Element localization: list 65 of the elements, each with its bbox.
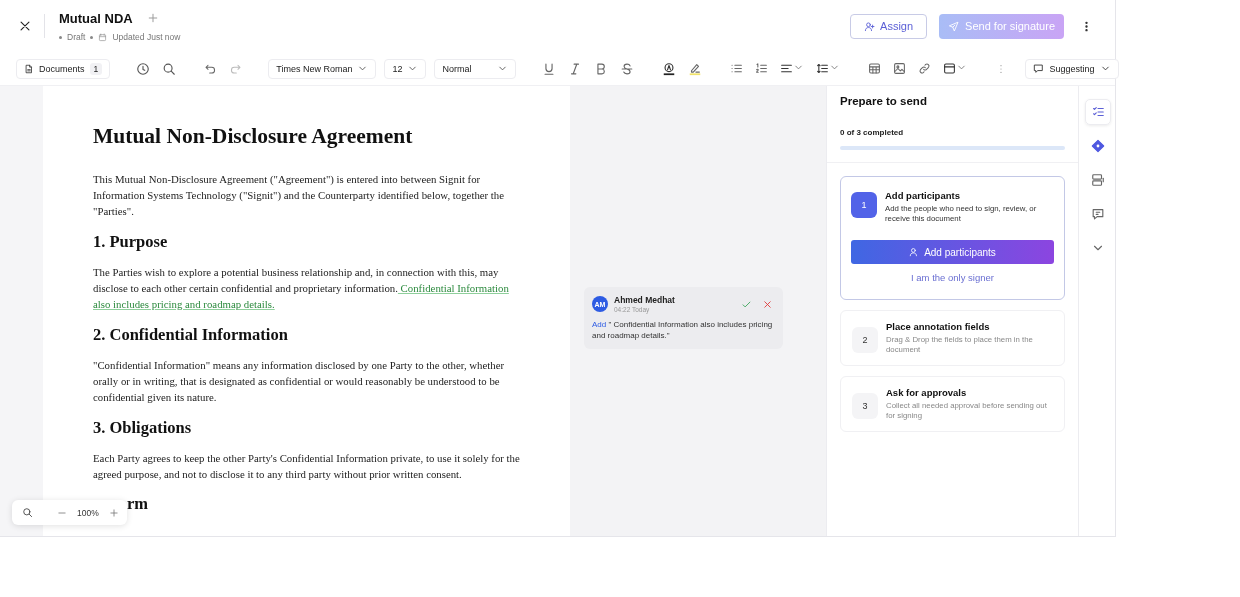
redo-icon — [229, 62, 243, 75]
document-heading: Mutual Non-Disclosure Agreement — [93, 124, 414, 149]
strikethrough-icon — [620, 61, 635, 76]
document-icon — [24, 63, 34, 74]
plus-icon — [146, 12, 159, 24]
author-name: Ahmed Medhat — [614, 295, 676, 305]
table-icon — [868, 62, 882, 75]
paragraph: The Parties wish to explore a potential business relationship and, in connection with this, may disclose to each other certain confidential and proprietary information. Confidential Information also includes pricing and roadmap details. — [93, 265, 510, 312]
link-icon — [918, 62, 932, 75]
fields-icon[interactable] — [1090, 173, 1105, 187]
line-spacing-icon — [816, 62, 830, 75]
add-participants-button[interactable]: Add participants — [851, 240, 1054, 264]
only-signer-link[interactable]: I am the only signer — [911, 272, 994, 283]
section-heading: 1. Purpose — [93, 232, 169, 252]
status-label: Draft — [67, 32, 86, 42]
person-add-icon — [864, 20, 876, 32]
paragraph: This Mutual Non-Disclosure Agreement ("Agreement") is entered into between Signit for Information Systems Technology ("Signit") and the Counterparty identified below, together the "Parties". — [93, 172, 506, 219]
paragraph: Each Party agrees to keep the other Party's Confidential Information private, to use it solely for the agreed purpose, and not to disclose it to any third party without prior written consent. — [93, 451, 520, 482]
bullet-list-icon — [730, 62, 744, 75]
section-heading: 3. Obligations — [93, 418, 193, 438]
step-number: 2 — [852, 327, 878, 353]
step-number: 1 — [851, 192, 877, 218]
step-title: Ask for approvals — [886, 387, 968, 398]
send-icon — [948, 20, 960, 32]
plus-icon — [108, 507, 119, 518]
style-dropdown[interactable]: Normal — [434, 58, 517, 79]
mode-dropdown[interactable]: Suggesting — [1025, 58, 1119, 79]
document-title[interactable]: Mutual NDA — [59, 10, 133, 26]
paragraph: "Confidential Information" means any information disclosed by one Party to the other, whether orally or in writing, that is designated as confidential or would reasonably be understood to be confidential given its nature. — [93, 358, 506, 405]
checklist-icon[interactable] — [1090, 105, 1105, 119]
step-title: Add participants — [885, 190, 961, 201]
search-icon — [162, 61, 177, 76]
updated-label: Updated Just now — [112, 32, 181, 42]
text-color-icon — [662, 61, 677, 76]
rail-tab[interactable] — [1084, 99, 1111, 125]
search-icon — [22, 507, 33, 518]
comment-icon[interactable] — [1090, 207, 1105, 221]
close-button[interactable] — [18, 19, 32, 33]
highlighter-icon — [688, 61, 703, 76]
calendar-icon — [98, 32, 108, 42]
comment-icon — [1033, 63, 1045, 74]
progress-label: 0 of 3 completed — [840, 128, 905, 137]
step-number: 3 — [852, 393, 878, 419]
align-left-icon — [780, 62, 794, 75]
zoom-level: 100% — [77, 507, 99, 518]
assign-button[interactable]: Assign — [850, 13, 928, 39]
close-icon — [762, 298, 773, 310]
close-icon — [18, 19, 32, 33]
font-dropdown[interactable]: Times New Roman — [268, 58, 377, 79]
step-title: Place annotation fields — [886, 321, 991, 332]
font-size-dropdown[interactable]: 12 — [384, 58, 427, 79]
numbered-list-icon — [755, 62, 769, 75]
count-badge: 1 — [89, 62, 103, 75]
diamond-icon[interactable] — [1090, 139, 1105, 153]
layout-icon — [943, 62, 957, 75]
undo-icon — [204, 62, 218, 75]
section-heading: rm — [127, 494, 149, 514]
image-icon — [893, 62, 907, 75]
person-icon — [909, 247, 920, 257]
clock-icon — [136, 61, 151, 76]
search-button[interactable] — [20, 505, 35, 520]
panel-title: Prepare to send — [840, 95, 928, 107]
suggestion-text: Add " Confidential Information also includes pricing and roadmap details." — [592, 319, 774, 341]
section-heading: 2. Confidential Information — [93, 325, 289, 345]
documents-button[interactable]: Documents 1 — [16, 58, 111, 79]
